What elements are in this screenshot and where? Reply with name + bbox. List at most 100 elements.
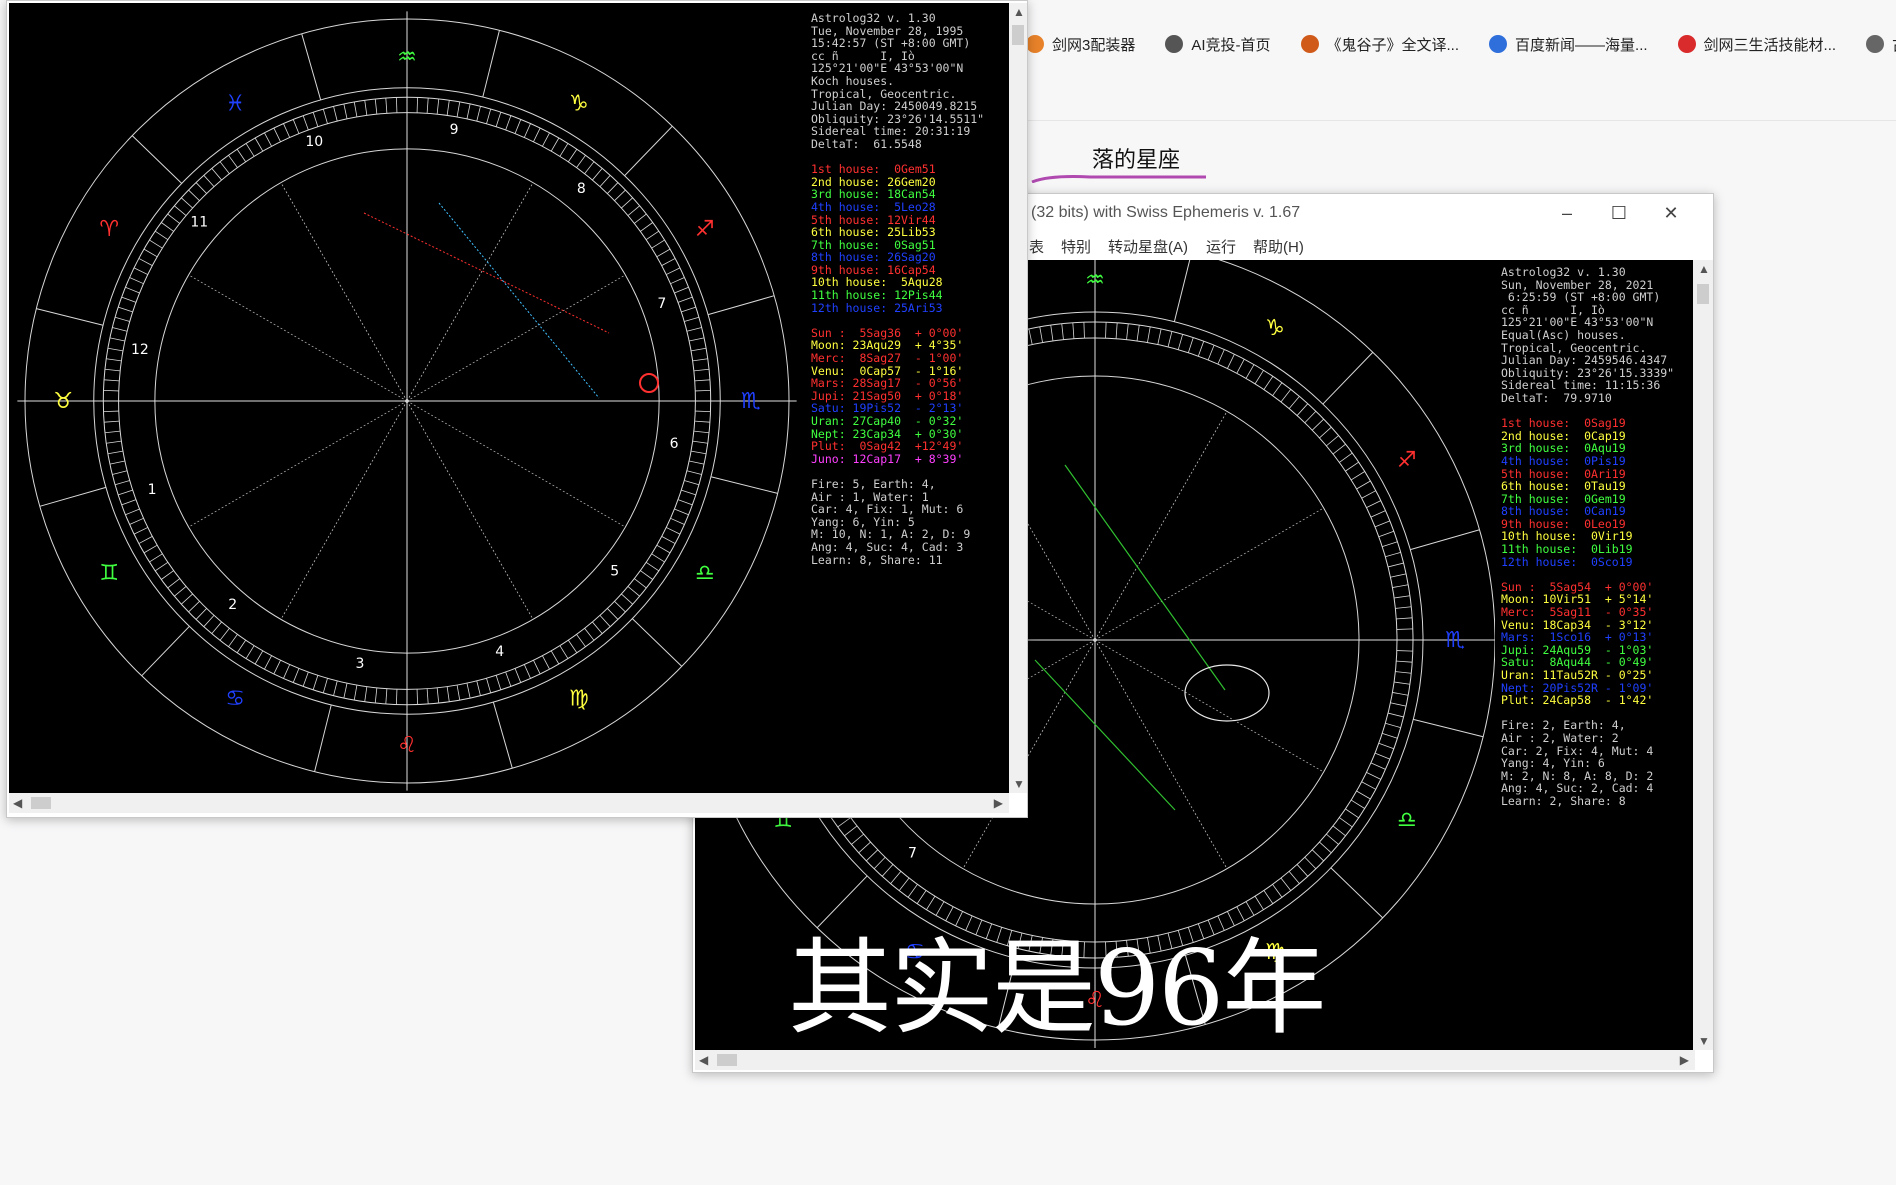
degree-tick [1147, 326, 1151, 343]
menu-item-rotate-chart[interactable]: 转动星盘(A) [1108, 236, 1188, 257]
menu-item-run[interactable]: 运行 [1206, 236, 1236, 257]
degree-tick [627, 205, 640, 216]
degree-tick [446, 686, 450, 702]
house-number: 6 [670, 436, 679, 452]
close-icon[interactable]: ✕ [1659, 202, 1683, 224]
degree-tick [693, 430, 710, 434]
degree-tick [865, 849, 879, 862]
element-summary-line: Fire: 5, Earth: 4, [811, 476, 936, 491]
degree-tick [264, 655, 272, 670]
scroll-down-icon[interactable]: ▼ [1013, 777, 1025, 791]
degree-tick [1050, 325, 1054, 341]
scroll-thumb[interactable] [717, 1054, 737, 1066]
zodiac-sign-icon: ♑ [1265, 316, 1285, 341]
menu-item-help[interactable]: 帮助(H) [1253, 236, 1304, 257]
scroll-left-icon[interactable]: ◀ [699, 1053, 708, 1067]
degree-tick [364, 686, 368, 702]
degree-tick [161, 570, 174, 580]
scroll-right-icon[interactable]: ▶ [1680, 1053, 1689, 1067]
degree-tick [181, 593, 193, 605]
degree-tick [133, 267, 148, 275]
house-cusp-line: 12th house: 25Ari53 [811, 300, 943, 315]
info-header-line: DeltaT: 61.5548 [811, 136, 922, 151]
degree-tick [1236, 359, 1245, 374]
degree-tick [476, 106, 481, 122]
degree-tick [426, 98, 429, 114]
degree-tick [693, 368, 710, 372]
degree-tick [1217, 349, 1225, 365]
aspect-line [1034, 659, 1176, 811]
house-cusp-line: 4th house: 5Leo28 [811, 199, 936, 214]
browser-divider [1026, 120, 1896, 121]
scroll-up-icon[interactable]: ▲ [1698, 262, 1710, 276]
bookmark-label: 《鬼谷子》全文译... [1326, 36, 1460, 54]
degree-tick [104, 368, 121, 372]
planet-position-line: Plut: 24Cap58 - 1°42' [1501, 693, 1654, 708]
degree-tick [670, 277, 685, 285]
bookmark-3[interactable]: 百度新闻——海量... [1489, 34, 1648, 55]
scroll-thumb[interactable] [1697, 284, 1709, 304]
degree-tick [505, 671, 512, 687]
degree-tick [112, 470, 128, 475]
degree-tick [621, 197, 633, 209]
degree-tick [121, 296, 137, 303]
horizontal-scrollbar[interactable]: ◀ ▶ [9, 793, 1009, 813]
degree-tick [1028, 328, 1033, 345]
bookmark-1[interactable]: AI竞投-首页 [1165, 34, 1271, 55]
degree-tick [1396, 617, 1413, 620]
scroll-thumb[interactable] [1012, 25, 1024, 45]
degree-tick [456, 684, 461, 701]
degree-tick [195, 608, 207, 620]
degree-tick [640, 222, 653, 232]
degree-tick [689, 337, 705, 342]
zodiac-sign-icon: ♓ [225, 91, 245, 116]
info-header-line: Koch houses. [811, 73, 895, 88]
scroll-thumb[interactable] [31, 797, 51, 809]
degree-tick [174, 205, 187, 216]
degree-tick [161, 222, 174, 232]
degree-tick [374, 98, 378, 115]
degree-tick [426, 688, 429, 704]
degree-tick [1395, 606, 1412, 609]
scroll-left-icon[interactable]: ◀ [13, 796, 22, 810]
bookmark-0[interactable]: 剑网3配装器 [1026, 34, 1135, 55]
minimize-icon[interactable]: – [1555, 202, 1579, 224]
chart-wheel-canvas[interactable]: 10 11 12 1 2 3 4 5 6 7 8 9 ♈ ♉ ♊ ♋ ♌ ♍ ♎ ♏ ♐ ♑ ♒ ♓ [9, 3, 805, 793]
degree-tick [666, 527, 681, 535]
scroll-right-icon[interactable]: ▶ [994, 796, 1003, 810]
house-number: 2 [228, 597, 237, 613]
degree-tick [149, 553, 163, 563]
degree-tick [1280, 389, 1292, 403]
vertical-scrollbar[interactable]: ▲ ▼ [1693, 260, 1713, 1050]
degree-tick [106, 358, 122, 362]
degree-tick [495, 112, 502, 127]
scroll-up-icon[interactable]: ▲ [1013, 5, 1025, 19]
degree-tick [188, 189, 200, 201]
degree-tick [118, 489, 133, 496]
bookmark-4[interactable]: 剑网三生活技能材... [1677, 34, 1836, 55]
zodiac-sign-icon: ♋ [225, 687, 245, 712]
degree-tick [559, 143, 569, 157]
degree-tick [219, 628, 230, 641]
bookmark-2[interactable]: 《鬼谷子》全文译... [1300, 34, 1460, 55]
degree-tick [104, 420, 120, 423]
bookmark-5[interactable]: 古 [1866, 34, 1896, 55]
zodiac-sign-icon: ♎ [695, 561, 715, 586]
menu-item-special[interactable]: 特别 [1061, 236, 1091, 257]
info-header-line: 6:25:59 (ST +8:00 GMT) [1501, 290, 1661, 305]
vertical-scrollbar[interactable]: ▲ ▼ [1009, 3, 1027, 793]
degree-tick [661, 536, 676, 544]
degree-tick [692, 440, 708, 444]
degree-tick [567, 149, 578, 163]
maximize-icon[interactable]: ☐ [1607, 202, 1631, 224]
degree-tick [837, 817, 851, 828]
menu-item-table[interactable]: 表 [1029, 236, 1044, 257]
degree-tick [1311, 418, 1325, 431]
degree-tick [1288, 396, 1300, 409]
house-cusp-line: 11th house: 0Lib19 [1501, 542, 1633, 557]
degree-tick [245, 143, 255, 157]
scroll-down-icon[interactable]: ▼ [1698, 1034, 1710, 1048]
house-cusp-line: 6th house: 25Lib53 [811, 225, 936, 240]
degree-tick [149, 239, 163, 249]
